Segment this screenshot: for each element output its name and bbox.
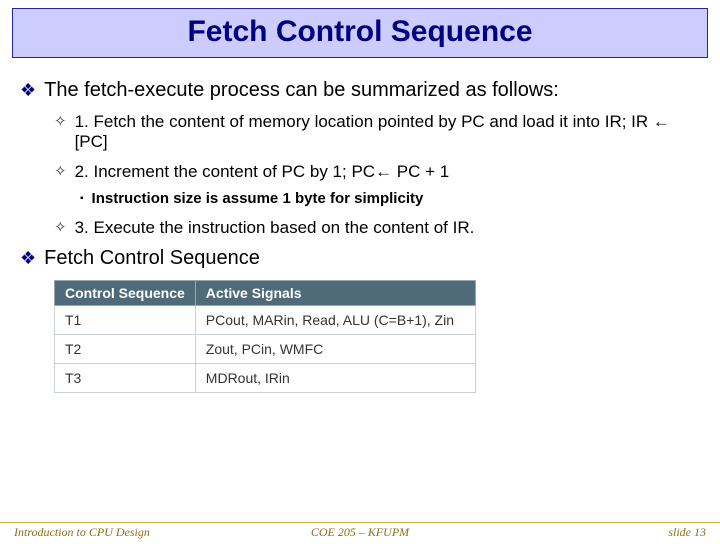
step-text: 2. Increment the content of PC by 1; PC←… — [75, 162, 700, 182]
diamond-open-icon: ✧ — [54, 218, 67, 238]
step-2: ✧ 2. Increment the content of PC by 1; P… — [54, 162, 700, 182]
table-row: T2 Zout, PCin, WMFC — [55, 335, 476, 364]
bullet-text: The fetch-execute process can be summari… — [44, 78, 700, 102]
bullet-summary: ❖ The fetch-execute process can be summa… — [20, 78, 700, 102]
diamond-open-icon: ✧ — [54, 112, 67, 152]
footer-right: slide 13 — [475, 525, 706, 540]
footer-center: COE 205 – KFUPM — [245, 525, 476, 540]
diamond-open-icon: ✧ — [54, 162, 67, 182]
cell-signals: PCout, MARin, Read, ALU (C=B+1), Zin — [195, 306, 475, 335]
step-text: 1. Fetch the content of memory location … — [75, 112, 700, 152]
content-area: ❖ The fetch-execute process can be summa… — [0, 58, 720, 393]
square-bullet-icon: ▪ — [80, 190, 84, 208]
cell-signals: Zout, PCin, WMFC — [195, 335, 475, 364]
cell-step: T1 — [55, 306, 196, 335]
slide-title: Fetch Control Sequence — [13, 15, 707, 49]
diamond-bullet-icon: ❖ — [20, 246, 36, 270]
slide: Fetch Control Sequence ❖ The fetch-execu… — [0, 8, 720, 548]
cell-signals: MDRout, IRin — [195, 364, 475, 393]
table-row: T1 PCout, MARin, Read, ALU (C=B+1), Zin — [55, 306, 476, 335]
table-row: T3 MDRout, IRin — [55, 364, 476, 393]
step-3: ✧ 3. Execute the instruction based on th… — [54, 218, 700, 238]
diamond-bullet-icon: ❖ — [20, 78, 36, 102]
cell-step: T3 — [55, 364, 196, 393]
title-bar: Fetch Control Sequence — [12, 8, 708, 58]
step-1: ✧ 1. Fetch the content of memory locatio… — [54, 112, 700, 152]
step-text: 3. Execute the instruction based on the … — [75, 218, 700, 238]
footer: Introduction to CPU Design COE 205 – KFU… — [0, 522, 720, 540]
header-active-signals: Active Signals — [195, 281, 475, 306]
table-header-row: Control Sequence Active Signals — [55, 281, 476, 306]
note-text: Instruction size is assume 1 byte for si… — [92, 190, 700, 208]
bullet-text: Fetch Control Sequence — [44, 246, 700, 270]
bullet-fetch-sequence: ❖ Fetch Control Sequence — [20, 246, 700, 270]
control-sequence-table: Control Sequence Active Signals T1 PCout… — [54, 280, 476, 393]
control-sequence-table-wrap: Control Sequence Active Signals T1 PCout… — [54, 280, 700, 393]
header-control-sequence: Control Sequence — [55, 281, 196, 306]
cell-step: T2 — [55, 335, 196, 364]
footer-left: Introduction to CPU Design — [14, 525, 245, 540]
footer-inner: Introduction to CPU Design COE 205 – KFU… — [0, 525, 720, 540]
step-2-note: ▪ Instruction size is assume 1 byte for … — [80, 190, 700, 208]
